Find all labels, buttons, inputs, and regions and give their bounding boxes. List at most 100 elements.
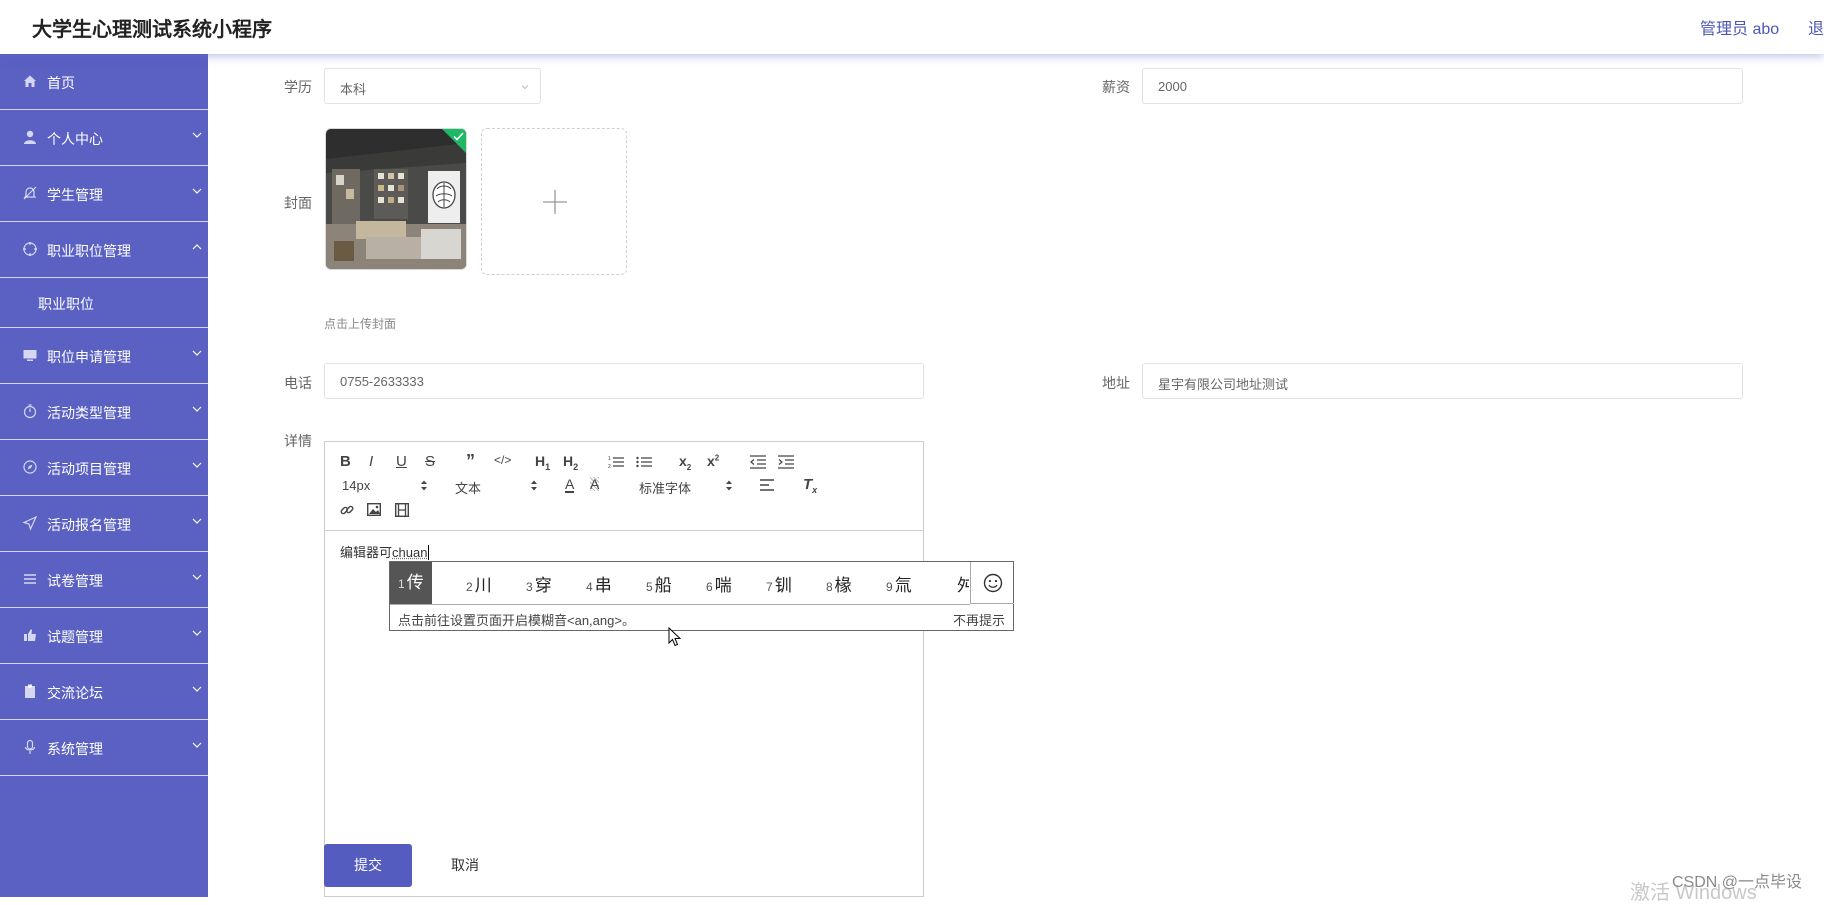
app-title: 大学生心理测试系统小程序 <box>32 19 272 41</box>
ime-candidate[interactable]: 5船 <box>646 571 672 596</box>
outdent-icon[interactable] <box>750 455 766 469</box>
candidate-char: 椽 <box>834 576 852 595</box>
sidebar-item-activity-signup[interactable]: 活动报名管理 <box>0 496 208 552</box>
admin-user-label[interactable]: 管理员 abo <box>1700 15 1779 39</box>
underline-icon[interactable]: U <box>396 453 407 470</box>
cover-hint: 点击上传封面 <box>324 317 397 331</box>
candidate-number: 5 <box>646 580 653 594</box>
cancel-button[interactable]: 取消 <box>425 844 505 887</box>
candidate-number: 3 <box>526 580 533 594</box>
ime-tip-text[interactable]: 点击前往设置页面开启模糊音<an,ang>。 <box>398 610 635 629</box>
smiley-icon <box>983 573 1003 593</box>
phone-input[interactable]: 0755-2633333 <box>324 363 924 399</box>
bold-icon[interactable]: B <box>340 453 351 470</box>
sidebar-item-label: 职位申请管理 <box>47 349 131 365</box>
ime-candidate[interactable]: 6喘 <box>706 571 732 596</box>
bell-off-icon <box>23 186 37 200</box>
italic-icon[interactable]: I <box>369 453 373 470</box>
logout-link[interactable]: 退 <box>1808 15 1824 39</box>
plus-icon <box>543 190 567 214</box>
font-color-icon[interactable]: A <box>565 477 575 493</box>
superscript-icon[interactable]: x2 <box>707 453 719 469</box>
subscript-icon[interactable]: x2 <box>679 453 691 472</box>
ime-emoji-button[interactable] <box>970 562 1014 604</box>
sidebar-item-label: 活动类型管理 <box>47 405 131 421</box>
ime-candidate-list: 1传 2川 3穿 4串 5船 6喘 7钏 8椽 9氚 舛 <box>390 562 970 605</box>
select-arrows-icon <box>531 480 537 491</box>
chevron-down-icon <box>192 132 202 138</box>
sidebar-item-label: 活动项目管理 <box>47 461 131 477</box>
ime-candidate[interactable]: 3穿 <box>526 571 552 596</box>
candidate-number: 1 <box>398 577 405 591</box>
sidebar-item-forum[interactable]: 交流论坛 <box>0 664 208 720</box>
chevron-down-icon <box>192 462 202 468</box>
bullet-list-icon[interactable] <box>636 455 652 469</box>
education-label: 学历 <box>284 79 312 95</box>
video-icon[interactable] <box>395 503 409 517</box>
sidebar: 首页 个人中心 学生管理 职业职位管理 职业职位 职位申请管理 活动类型管理 活… <box>0 54 208 897</box>
sidebar-item-job-application[interactable]: 职位申请管理 <box>0 328 208 384</box>
heading1-icon[interactable]: H1 <box>535 453 550 472</box>
font-family-select[interactable]: 标准字体 <box>639 478 691 497</box>
heading2-icon[interactable]: H2 <box>563 453 578 472</box>
ime-candidate[interactable]: 4串 <box>586 571 612 596</box>
compass-icon <box>23 460 37 474</box>
sidebar-subitem-job[interactable]: 职业职位 <box>0 278 208 328</box>
sidebar-item-label: 试卷管理 <box>47 573 103 589</box>
sidebar-item-label: 学生管理 <box>47 187 103 203</box>
submit-button[interactable]: 提交 <box>324 844 412 887</box>
ime-candidate[interactable]: 8椽 <box>826 571 852 596</box>
sidebar-item-student[interactable]: 学生管理 <box>0 166 208 222</box>
thumb-icon <box>24 629 36 641</box>
ordered-list-icon[interactable]: 12 <box>608 455 624 469</box>
link-icon[interactable] <box>340 503 354 517</box>
code-block-icon[interactable]: </> <box>494 453 511 467</box>
sidebar-item-label: 个人中心 <box>47 131 103 147</box>
cover-upload-button[interactable] <box>481 128 627 275</box>
font-size-select[interactable]: 14px <box>342 478 370 493</box>
address-input[interactable]: 星宇有限公司地址测试 <box>1142 363 1743 399</box>
background-color-icon[interactable]: A <box>590 477 600 491</box>
sidebar-item-activity-type[interactable]: 活动类型管理 <box>0 384 208 440</box>
sidebar-item-activity-project[interactable]: 活动项目管理 <box>0 440 208 496</box>
sidebar-item-question[interactable]: 试题管理 <box>0 608 208 664</box>
candidate-char: 钏 <box>774 576 792 595</box>
clear-format-icon[interactable]: Tx <box>803 476 817 495</box>
chevron-down-icon <box>192 742 202 748</box>
block-type-select[interactable]: 文本 <box>455 478 481 497</box>
editor-content[interactable]: 编辑器可chuan <box>340 542 430 561</box>
ime-candidate[interactable]: 7钏 <box>766 571 792 596</box>
image-icon[interactable] <box>367 503 381 516</box>
sidebar-item-job[interactable]: 职业职位管理 <box>0 222 208 278</box>
candidate-char: 氚 <box>894 576 912 595</box>
align-left-icon[interactable] <box>760 479 776 492</box>
sidebar-item-home[interactable]: 首页 <box>0 54 208 110</box>
font-family-value: 标准字体 <box>639 481 692 496</box>
sidebar-item-personal-center[interactable]: 个人中心 <box>0 110 208 166</box>
indent-icon[interactable] <box>778 455 794 469</box>
chevron-down-icon <box>192 518 202 524</box>
csdn-watermark: CSDN @一点毕设 <box>1672 874 1803 891</box>
candidate-char: 串 <box>594 576 612 595</box>
svg-text:2: 2 <box>608 464 611 469</box>
sidebar-item-paper[interactable]: 试卷管理 <box>0 552 208 608</box>
check-icon <box>453 132 464 141</box>
editor-toolbar: B I U S ” </> H1 H2 12 x2 x2 14px 文本 A A… <box>325 442 923 531</box>
education-select[interactable]: 本科 <box>324 68 541 104</box>
ime-candidate[interactable]: 2川 <box>466 571 492 596</box>
salary-input[interactable]: 2000 <box>1142 68 1743 104</box>
sidebar-item-system[interactable]: 系统管理 <box>0 720 208 776</box>
ime-dismiss-link[interactable]: 不再提示 <box>953 610 1005 629</box>
ime-candidate[interactable]: 9氚 <box>886 571 912 596</box>
blockquote-icon[interactable]: ” <box>466 451 475 472</box>
select-arrows-icon <box>726 480 732 491</box>
stopwatch-icon <box>23 404 37 419</box>
sidebar-item-label: 职业职位管理 <box>47 243 131 259</box>
strikethrough-icon[interactable]: S <box>425 453 435 470</box>
salary-label: 薪资 <box>1102 79 1130 95</box>
ime-candidate[interactable]: 舛 <box>955 571 969 596</box>
cover-image-thumbnail[interactable] <box>325 128 467 270</box>
ime-candidate[interactable]: 1传 <box>390 562 432 604</box>
chevron-down-icon <box>192 574 202 580</box>
sidebar-item-label: 系统管理 <box>47 741 103 757</box>
